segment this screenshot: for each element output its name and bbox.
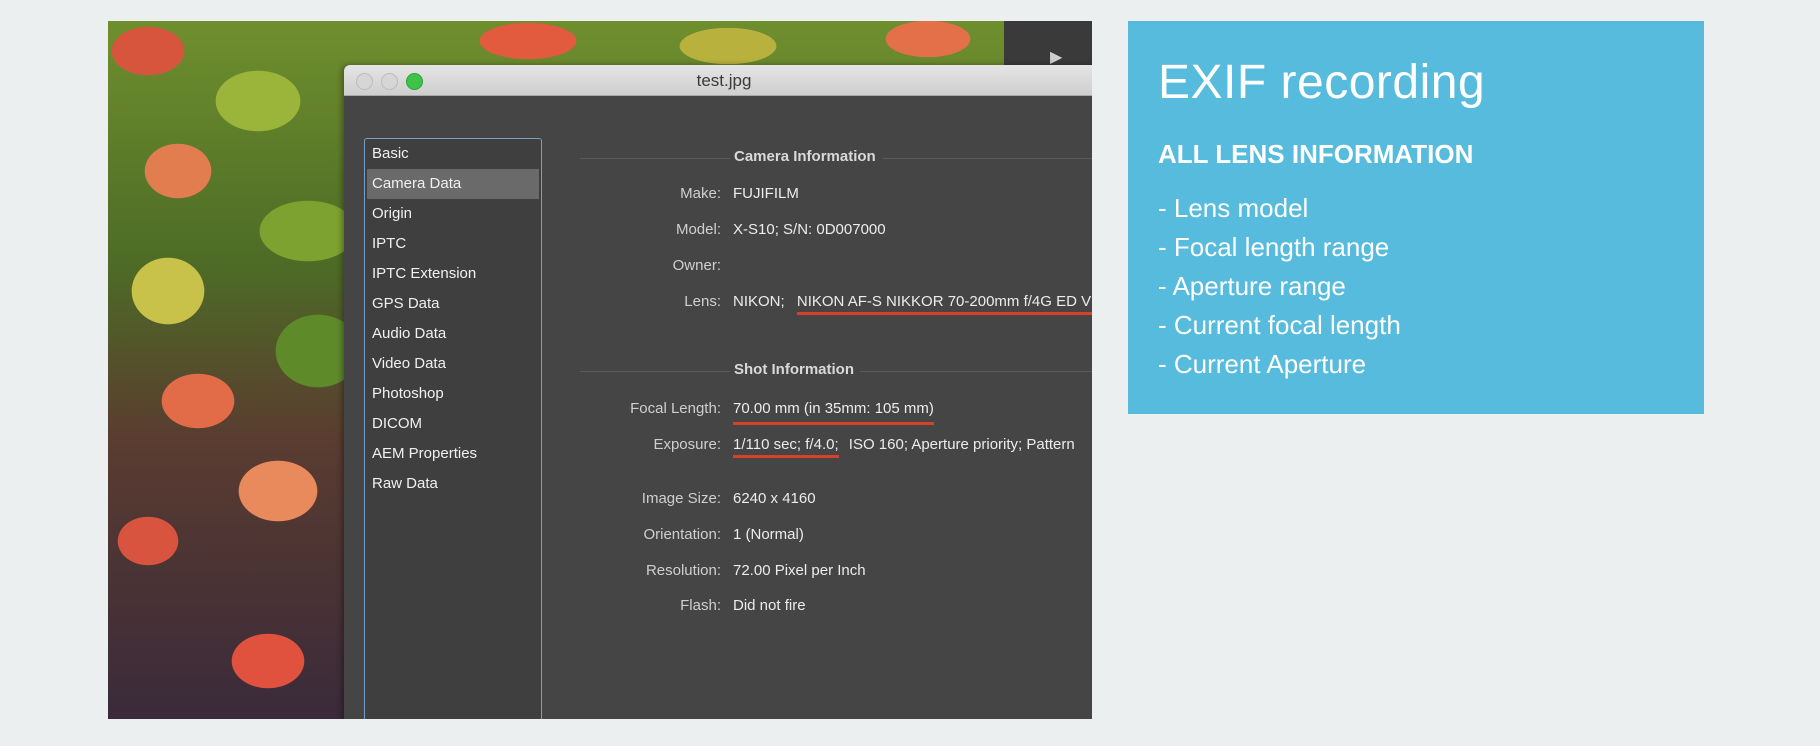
- orientation-label: Orientation:: [643, 526, 721, 543]
- exposure-value-group: 1/110 sec; f/4.0; ISO 160; Aperture prio…: [733, 434, 1075, 458]
- focal-length-row: Focal Length: 70.00 mm (in 35mm: 105 mm): [540, 398, 1092, 425]
- orientation-row: Orientation: 1 (Normal): [540, 524, 1092, 546]
- lens-model-highlight: NIKON AF-S NIKKOR 70-200mm f/4G ED VR;: [796, 293, 1092, 315]
- sidebar-item-raw-data[interactable]: Raw Data: [365, 469, 541, 499]
- sidebar-item-gps-data[interactable]: GPS Data: [365, 289, 541, 319]
- resolution-label: Resolution:: [645, 562, 721, 579]
- lens-label: Lens:: [684, 293, 721, 310]
- sidebar-item-aem-properties[interactable]: AEM Properties: [365, 439, 541, 469]
- lens-value-group: NIKON; NIKON AF-S NIKKOR 70-200mm f/4G E…: [733, 291, 1092, 315]
- owner-label: Owner:: [672, 257, 721, 274]
- flash-value: Did not fire: [733, 597, 806, 614]
- exposure-row: Exposure: 1/110 sec; f/4.0; ISO 160; Ape…: [540, 434, 1092, 458]
- list-item: - Aperture range: [1158, 271, 1346, 301]
- make-label: Make:: [680, 185, 721, 202]
- window-title: test.jpg: [696, 71, 752, 90]
- image-size-label: Image Size:: [641, 490, 721, 507]
- exposure-highlight: 1/110 sec; f/4.0;: [733, 436, 839, 458]
- list-item: - Current Aperture: [1158, 349, 1367, 379]
- sidebar-item-iptc[interactable]: IPTC: [365, 229, 541, 259]
- flash-row: Flash: Did not fire: [540, 595, 1092, 617]
- shot-information-header: Shot Information: [580, 361, 1092, 381]
- sidebar-item-camera-data[interactable]: Camera Data: [367, 169, 539, 199]
- model-label: Model:: [675, 221, 721, 238]
- exposure-label: Exposure:: [653, 436, 721, 453]
- image-size-row: Image Size: 6240 x 4160: [540, 488, 1092, 510]
- sidebar-item-video-data[interactable]: Video Data: [365, 349, 541, 379]
- panel-title: EXIF recording: [1158, 56, 1486, 109]
- lens-info-list: - Lens model - Focal length range - Aper…: [1158, 189, 1401, 384]
- screenshot-panel: ▶ test.jpg Basic Camera Data Origin IPTC…: [108, 21, 1092, 719]
- metadata-content: Camera Information Make: FUJIFILM Model:…: [540, 95, 1092, 719]
- sidebar-item-dicom[interactable]: DICOM: [365, 409, 541, 439]
- list-item: - Focal length range: [1158, 232, 1390, 262]
- section-title: Camera Information: [730, 148, 882, 165]
- play-icon: ▶: [1050, 49, 1063, 66]
- sidebar-item-origin[interactable]: Origin: [365, 199, 541, 229]
- sidebar-item-audio-data[interactable]: Audio Data: [365, 319, 541, 349]
- orientation-value: 1 (Normal): [733, 526, 804, 543]
- model-row: Model: X-S10; S/N: 0D007000: [540, 219, 1092, 241]
- exposure-rest: ISO 160; Aperture priority; Pattern: [848, 436, 1075, 453]
- sidebar-item-photoshop[interactable]: Photoshop: [365, 379, 541, 409]
- make-row: Make: FUJIFILM: [540, 183, 1092, 205]
- camera-information-header: Camera Information: [580, 148, 1092, 168]
- section-title: Shot Information: [730, 361, 860, 378]
- resolution-row: Resolution: 72.00 Pixel per Inch: [540, 560, 1092, 582]
- flash-label: Flash:: [680, 597, 721, 614]
- model-value: X-S10; S/N: 0D007000: [733, 221, 886, 238]
- sidebar-item-iptc-extension[interactable]: IPTC Extension: [365, 259, 541, 289]
- metadata-sidebar: Basic Camera Data Origin IPTC IPTC Exten…: [364, 138, 542, 719]
- image-size-value: 6240 x 4160: [733, 490, 816, 507]
- list-item: - Lens model: [1158, 193, 1309, 223]
- owner-row: Owner:: [540, 255, 1092, 277]
- focal-length-value: 70.00 mm (in 35mm: 105 mm): [733, 398, 934, 425]
- window-titlebar: test.jpg: [344, 65, 1092, 96]
- lens-make: NIKON;: [733, 293, 785, 310]
- make-value: FUJIFILM: [733, 185, 799, 202]
- list-item: - Current focal length: [1158, 310, 1401, 340]
- focal-length-label: Focal Length:: [630, 400, 721, 417]
- file-info-window: test.jpg Basic Camera Data Origin IPTC I…: [344, 65, 1092, 719]
- lens-row: Lens: NIKON; NIKON AF-S NIKKOR 70-200mm …: [540, 291, 1092, 315]
- exif-info-panel: EXIF recording ALL LENS INFORMATION - Le…: [1128, 21, 1704, 414]
- panel-subtitle: ALL LENS INFORMATION: [1158, 139, 1474, 169]
- resolution-value: 72.00 Pixel per Inch: [733, 562, 866, 579]
- sidebar-item-basic[interactable]: Basic: [365, 139, 541, 169]
